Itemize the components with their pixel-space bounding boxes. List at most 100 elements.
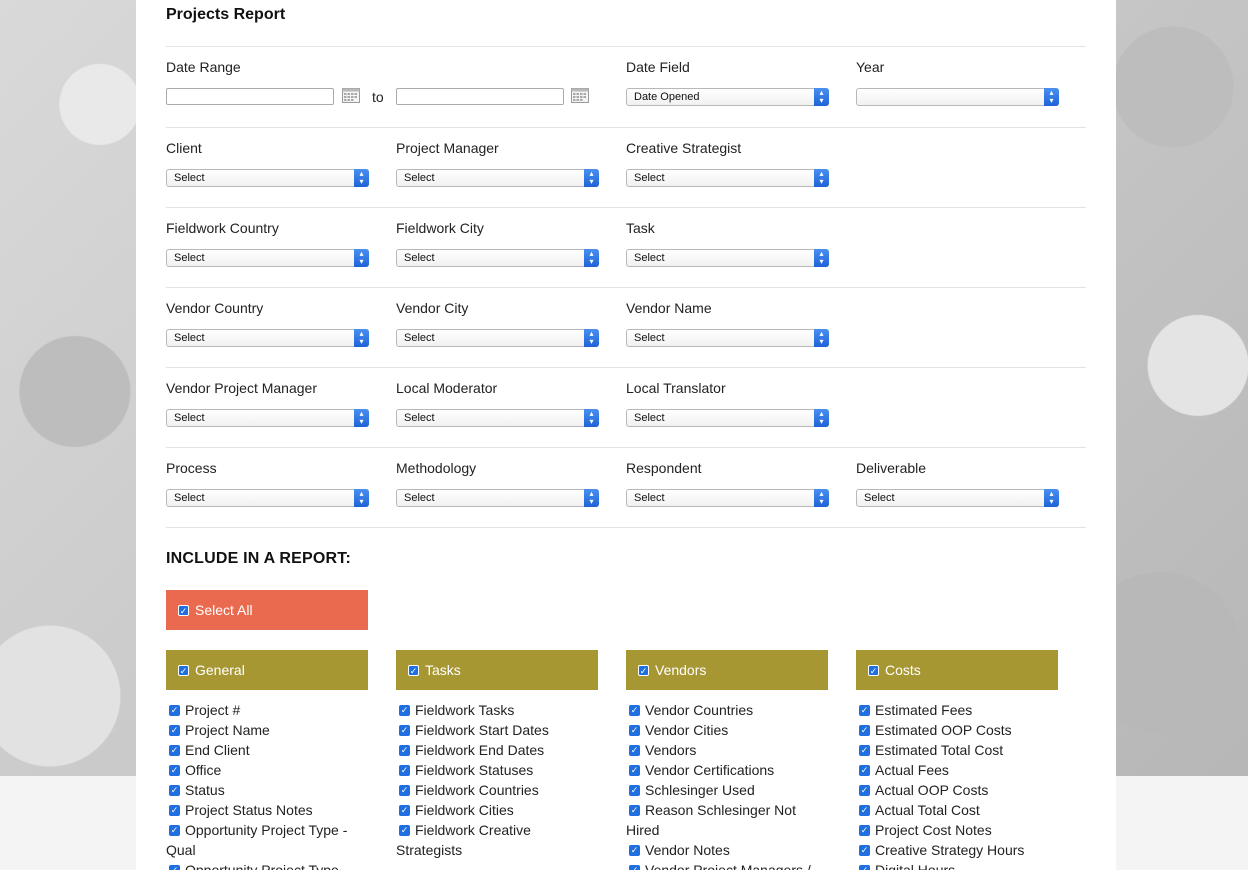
- list-item[interactable]: ✓ Project #: [166, 700, 368, 720]
- vendor-name-select[interactable]: Select ▴ ▾: [626, 329, 829, 347]
- list-item[interactable]: ✓ Project Status Notes: [166, 800, 368, 820]
- task-select[interactable]: Select ▴ ▾: [626, 249, 829, 267]
- date-field-select[interactable]: Date Opened ▴ ▾: [626, 88, 829, 106]
- checkbox-checked-icon[interactable]: ✓: [859, 744, 870, 756]
- deliverable-select[interactable]: Select ▴ ▾: [856, 489, 1059, 507]
- list-item[interactable]: ✓ Vendor Cities: [626, 720, 828, 740]
- select-all-checkbox[interactable]: ✓ Select All: [166, 590, 368, 630]
- checkbox-checked-icon[interactable]: ✓: [169, 804, 180, 816]
- checkbox-checked-icon[interactable]: ✓: [408, 664, 419, 676]
- chevron-updown-icon: ▴ ▾: [814, 88, 829, 106]
- checkbox-checked-icon[interactable]: ✓: [629, 744, 640, 756]
- checkbox-checked-icon[interactable]: ✓: [399, 744, 410, 756]
- list-item[interactable]: ✓ Vendor Countries: [626, 700, 828, 720]
- list-item[interactable]: ✓ Digital Hours: [856, 860, 1058, 870]
- checkbox-checked-icon[interactable]: ✓: [178, 664, 189, 676]
- checkbox-checked-icon[interactable]: ✓: [169, 864, 180, 870]
- list-item[interactable]: ✓ Estimated Total Cost: [856, 740, 1058, 760]
- local-translator-label: Local Translator: [626, 380, 726, 396]
- group-vendors-checkbox[interactable]: ✓ Vendors: [626, 650, 828, 690]
- checkbox-checked-icon[interactable]: ✓: [169, 744, 180, 756]
- checkbox-checked-icon[interactable]: ✓: [178, 604, 189, 616]
- date-from-input[interactable]: [166, 88, 334, 105]
- project-manager-select[interactable]: Select ▴ ▾: [396, 169, 599, 187]
- local-translator-select[interactable]: Select ▴ ▾: [626, 409, 829, 427]
- list-item[interactable]: ✓ Opportunity Project Type - Qual: [166, 820, 368, 860]
- methodology-select[interactable]: Select ▴ ▾: [396, 489, 599, 507]
- vendor-project-manager-select[interactable]: Select ▴ ▾: [166, 409, 369, 427]
- list-item[interactable]: ✓ Schlesinger Used: [626, 780, 828, 800]
- checkbox-checked-icon[interactable]: ✓: [169, 764, 180, 776]
- checkbox-checked-icon[interactable]: ✓: [859, 724, 870, 736]
- checkbox-checked-icon[interactable]: ✓: [399, 804, 410, 816]
- checkbox-checked-icon[interactable]: ✓: [169, 824, 180, 836]
- list-item[interactable]: ✓ Fieldwork Countries: [396, 780, 598, 800]
- list-item[interactable]: ✓ Fieldwork Creative Strategists: [396, 820, 598, 860]
- checkbox-checked-icon[interactable]: ✓: [629, 764, 640, 776]
- list-item[interactable]: ✓ Actual OOP Costs: [856, 780, 1058, 800]
- creative-strategist-select[interactable]: Select ▴ ▾: [626, 169, 829, 187]
- checkbox-checked-icon[interactable]: ✓: [629, 804, 640, 816]
- checkbox-checked-icon[interactable]: ✓: [169, 704, 180, 716]
- checkbox-checked-icon[interactable]: ✓: [859, 784, 870, 796]
- list-item[interactable]: ✓ Fieldwork Tasks: [396, 700, 598, 720]
- list-item[interactable]: ✓ Fieldwork Statuses: [396, 760, 598, 780]
- checkbox-checked-icon[interactable]: ✓: [399, 724, 410, 736]
- process-select[interactable]: Select ▴ ▾: [166, 489, 369, 507]
- list-item[interactable]: ✓ End Client: [166, 740, 368, 760]
- checkbox-checked-icon[interactable]: ✓: [859, 804, 870, 816]
- list-item[interactable]: ✓ Office: [166, 760, 368, 780]
- checkbox-checked-icon[interactable]: ✓: [859, 824, 870, 836]
- checkbox-checked-icon[interactable]: ✓: [399, 784, 410, 796]
- list-item[interactable]: ✓ Opportunity Project Type -: [166, 860, 368, 870]
- group-costs-checkbox[interactable]: ✓ Costs: [856, 650, 1058, 690]
- checkbox-checked-icon[interactable]: ✓: [629, 844, 640, 856]
- respondent-select[interactable]: Select ▴ ▾: [626, 489, 829, 507]
- checkbox-checked-icon[interactable]: ✓: [859, 844, 870, 856]
- list-item[interactable]: ✓ Actual Fees: [856, 760, 1058, 780]
- checkbox-checked-icon[interactable]: ✓: [629, 704, 640, 716]
- fieldwork-country-select[interactable]: Select ▴ ▾: [166, 249, 369, 267]
- group-general-checkbox[interactable]: ✓ General: [166, 650, 368, 690]
- list-item[interactable]: ✓ Vendor Project Managers /: [626, 860, 828, 870]
- list-item[interactable]: ✓ Fieldwork Cities: [396, 800, 598, 820]
- methodology-label: Methodology: [396, 460, 477, 476]
- list-item[interactable]: ✓ Vendor Notes: [626, 840, 828, 860]
- list-item[interactable]: ✓ Fieldwork Start Dates: [396, 720, 598, 740]
- checkbox-checked-icon[interactable]: ✓: [399, 704, 410, 716]
- checkbox-checked-icon[interactable]: ✓: [859, 704, 870, 716]
- date-to-input[interactable]: [396, 88, 564, 105]
- checkbox-checked-icon[interactable]: ✓: [868, 664, 879, 676]
- checkbox-checked-icon[interactable]: ✓: [859, 864, 870, 870]
- list-item[interactable]: ✓ Actual Total Cost: [856, 800, 1058, 820]
- vendor-city-select[interactable]: Select ▴ ▾: [396, 329, 599, 347]
- list-item[interactable]: ✓ Project Name: [166, 720, 368, 740]
- checkbox-checked-icon[interactable]: ✓: [629, 784, 640, 796]
- chevron-updown-icon: ▴ ▾: [1044, 489, 1059, 507]
- list-item[interactable]: ✓ Vendors: [626, 740, 828, 760]
- client-select[interactable]: Select ▴ ▾: [166, 169, 369, 187]
- year-select[interactable]: ▴ ▾: [856, 88, 1059, 106]
- checkbox-checked-icon[interactable]: ✓: [399, 764, 410, 776]
- list-item[interactable]: ✓ Estimated Fees: [856, 700, 1058, 720]
- group-tasks-checkbox[interactable]: ✓ Tasks: [396, 650, 598, 690]
- list-item[interactable]: ✓ Status: [166, 780, 368, 800]
- checkbox-checked-icon[interactable]: ✓: [859, 764, 870, 776]
- list-item[interactable]: ✓ Estimated OOP Costs: [856, 720, 1058, 740]
- fieldwork-city-select[interactable]: Select ▴ ▾: [396, 249, 599, 267]
- checkbox-checked-icon[interactable]: ✓: [629, 724, 640, 736]
- checkbox-checked-icon[interactable]: ✓: [169, 784, 180, 796]
- list-item[interactable]: ✓ Project Cost Notes: [856, 820, 1058, 840]
- list-item[interactable]: ✓ Fieldwork End Dates: [396, 740, 598, 760]
- checkbox-checked-icon[interactable]: ✓: [629, 864, 640, 870]
- calendar-icon[interactable]: [342, 86, 360, 103]
- list-item[interactable]: ✓ Vendor Certifications: [626, 760, 828, 780]
- vendor-country-select[interactable]: Select ▴ ▾: [166, 329, 369, 347]
- list-item[interactable]: ✓ Creative Strategy Hours: [856, 840, 1058, 860]
- list-item[interactable]: ✓ Reason Schlesinger Not Hired: [626, 800, 828, 840]
- calendar-icon[interactable]: [571, 86, 589, 103]
- checkbox-checked-icon[interactable]: ✓: [169, 724, 180, 736]
- checkbox-checked-icon[interactable]: ✓: [638, 664, 649, 676]
- local-moderator-select[interactable]: Select ▴ ▾: [396, 409, 599, 427]
- checkbox-checked-icon[interactable]: ✓: [399, 824, 410, 836]
